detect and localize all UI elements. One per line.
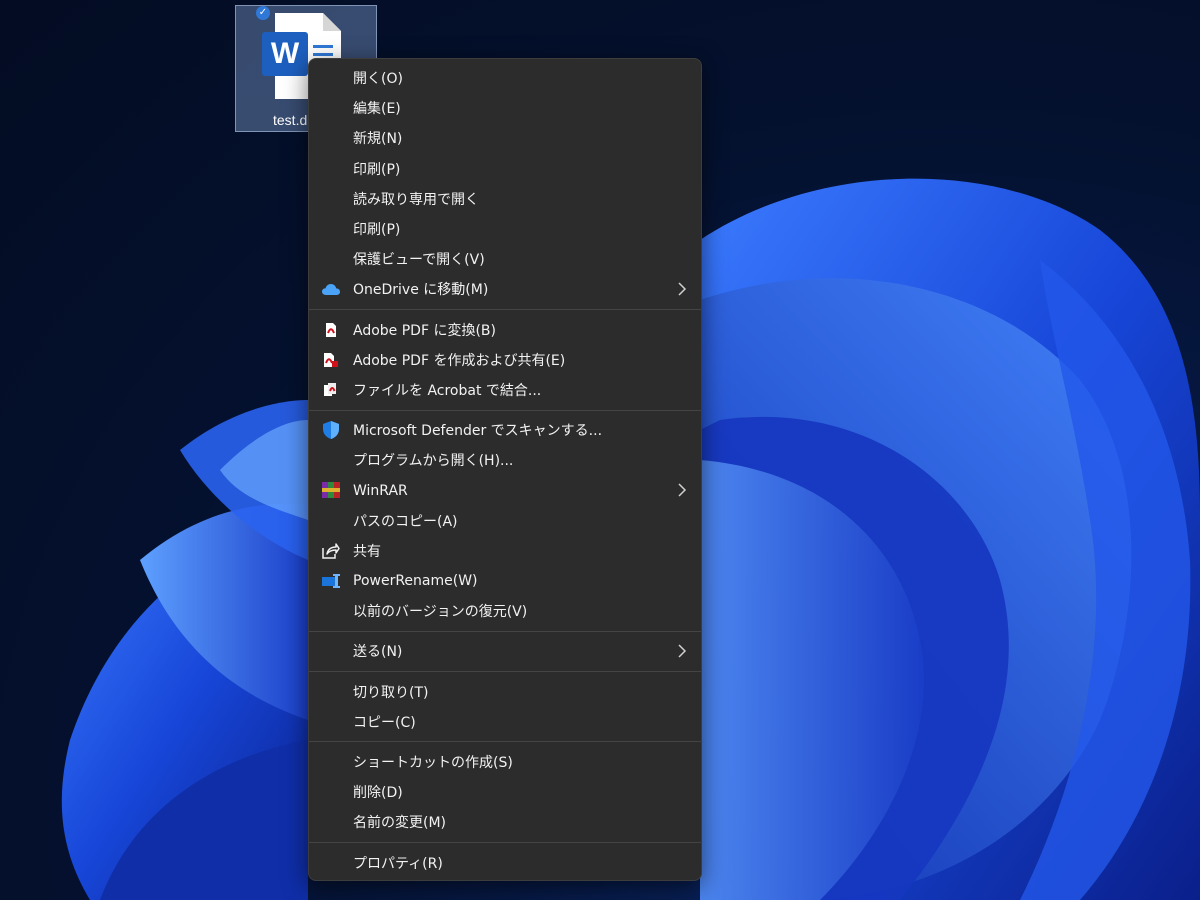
menu-item[interactable]: 共有 bbox=[309, 536, 701, 566]
menu-item[interactable]: Adobe PDF を作成および共有(E) bbox=[309, 345, 701, 375]
selection-checkmark-icon[interactable]: ✓ bbox=[256, 6, 270, 20]
menu-item-label: 共有 bbox=[353, 543, 381, 560]
menu-item[interactable]: Adobe PDF に変換(B) bbox=[309, 315, 701, 345]
menu-item[interactable]: 切り取り(T) bbox=[309, 677, 701, 707]
menu-item[interactable]: PowerRename(W) bbox=[309, 566, 701, 596]
menu-item-label: 送る(N) bbox=[353, 644, 403, 661]
menu-item-label: 印刷(P) bbox=[353, 222, 401, 239]
menu-separator bbox=[309, 842, 701, 843]
menu-item-label: 以前のバージョンの復元(V) bbox=[353, 604, 528, 621]
menu-item-label: Microsoft Defender でスキャンする... bbox=[353, 423, 603, 440]
menu-separator bbox=[309, 671, 701, 673]
menu-item[interactable]: Microsoft Defender でスキャンする... bbox=[309, 415, 701, 445]
menu-item-label: ファイルを Acrobat で結合... bbox=[353, 382, 542, 399]
menu-separator bbox=[309, 630, 701, 632]
defender-shield-icon bbox=[321, 420, 341, 440]
menu-item-label: コピー(C) bbox=[353, 714, 416, 731]
adobe-pdf-share-icon bbox=[321, 350, 341, 370]
menu-item[interactable]: 編集(E) bbox=[309, 93, 701, 123]
menu-item[interactable]: 保護ビューで開く(V) bbox=[309, 244, 701, 274]
menu-item[interactable]: OneDrive に移動(M) bbox=[309, 274, 701, 304]
menu-item-label: Adobe PDF を作成および共有(E) bbox=[353, 352, 566, 369]
menu-item[interactable]: プログラムから開く(H)... bbox=[309, 445, 701, 475]
share-icon bbox=[321, 541, 341, 561]
menu-item-label: 削除(D) bbox=[353, 785, 403, 802]
menu-item[interactable]: 印刷(P) bbox=[309, 154, 701, 184]
menu-item[interactable]: 削除(D) bbox=[309, 777, 701, 807]
desktop-file-label[interactable]: test.d bbox=[273, 112, 307, 128]
desktop[interactable]: ✓ W test.d 開く(O) 編集(E) 新規(N) 印刷(P) 読み取り専用で開く… bbox=[0, 0, 1200, 900]
chevron-right-icon bbox=[677, 281, 687, 297]
menu-item-label: Adobe PDF に変換(B) bbox=[353, 322, 496, 339]
winrar-icon bbox=[321, 480, 341, 500]
menu-item[interactable]: プロパティ(R) bbox=[309, 848, 701, 878]
menu-item-label: 印刷(P) bbox=[353, 161, 401, 178]
onedrive-cloud-icon bbox=[321, 279, 341, 299]
menu-item-label: プログラムから開く(H)... bbox=[353, 453, 514, 470]
chevron-right-icon bbox=[677, 643, 687, 659]
menu-item-label: ショートカットの作成(S) bbox=[353, 755, 513, 772]
adobe-pdf-icon bbox=[321, 320, 341, 340]
menu-item[interactable]: 以前のバージョンの復元(V) bbox=[309, 596, 701, 626]
menu-item[interactable]: ショートカットの作成(S) bbox=[309, 747, 701, 777]
menu-item-label: パスのコピー(A) bbox=[353, 513, 458, 530]
menu-item-label: 保護ビューで開く(V) bbox=[353, 252, 485, 269]
menu-item-label: PowerRename(W) bbox=[353, 573, 478, 590]
word-app-icon: W bbox=[262, 32, 308, 76]
menu-item-label: 開く(O) bbox=[353, 71, 403, 88]
menu-item[interactable]: パスのコピー(A) bbox=[309, 506, 701, 536]
context-menu: 開く(O) 編集(E) 新規(N) 印刷(P) 読み取り専用で開く 印刷(P) 保護ビューで… bbox=[308, 58, 702, 881]
menu-item[interactable]: 読み取り専用で開く bbox=[309, 184, 701, 214]
menu-item-label: 新規(N) bbox=[353, 131, 403, 148]
menu-item-label: 切り取り(T) bbox=[353, 684, 429, 701]
menu-item-label: 名前の変更(M) bbox=[353, 815, 447, 832]
acrobat-combine-icon bbox=[321, 380, 341, 400]
menu-item[interactable]: 印刷(P) bbox=[309, 214, 701, 244]
menu-separator bbox=[309, 409, 701, 411]
menu-item[interactable]: 新規(N) bbox=[309, 123, 701, 153]
menu-item-label: OneDrive に移動(M) bbox=[353, 282, 489, 299]
menu-item[interactable]: WinRAR bbox=[309, 475, 701, 505]
menu-item[interactable]: 名前の変更(M) bbox=[309, 807, 701, 837]
menu-item[interactable]: ファイルを Acrobat で結合... bbox=[309, 375, 701, 405]
chevron-right-icon bbox=[677, 482, 687, 498]
menu-separator bbox=[309, 309, 701, 310]
menu-item-label: 編集(E) bbox=[353, 101, 401, 118]
menu-item-label: WinRAR bbox=[353, 482, 408, 499]
menu-item[interactable]: 開く(O) bbox=[309, 63, 701, 93]
menu-item[interactable]: 送る(N) bbox=[309, 636, 701, 666]
menu-item-label: 読み取り専用で開く bbox=[353, 191, 479, 208]
powerrename-icon bbox=[321, 571, 341, 591]
menu-separator bbox=[309, 741, 701, 743]
menu-item-label: プロパティ(R) bbox=[353, 855, 443, 872]
menu-item[interactable]: コピー(C) bbox=[309, 707, 701, 737]
